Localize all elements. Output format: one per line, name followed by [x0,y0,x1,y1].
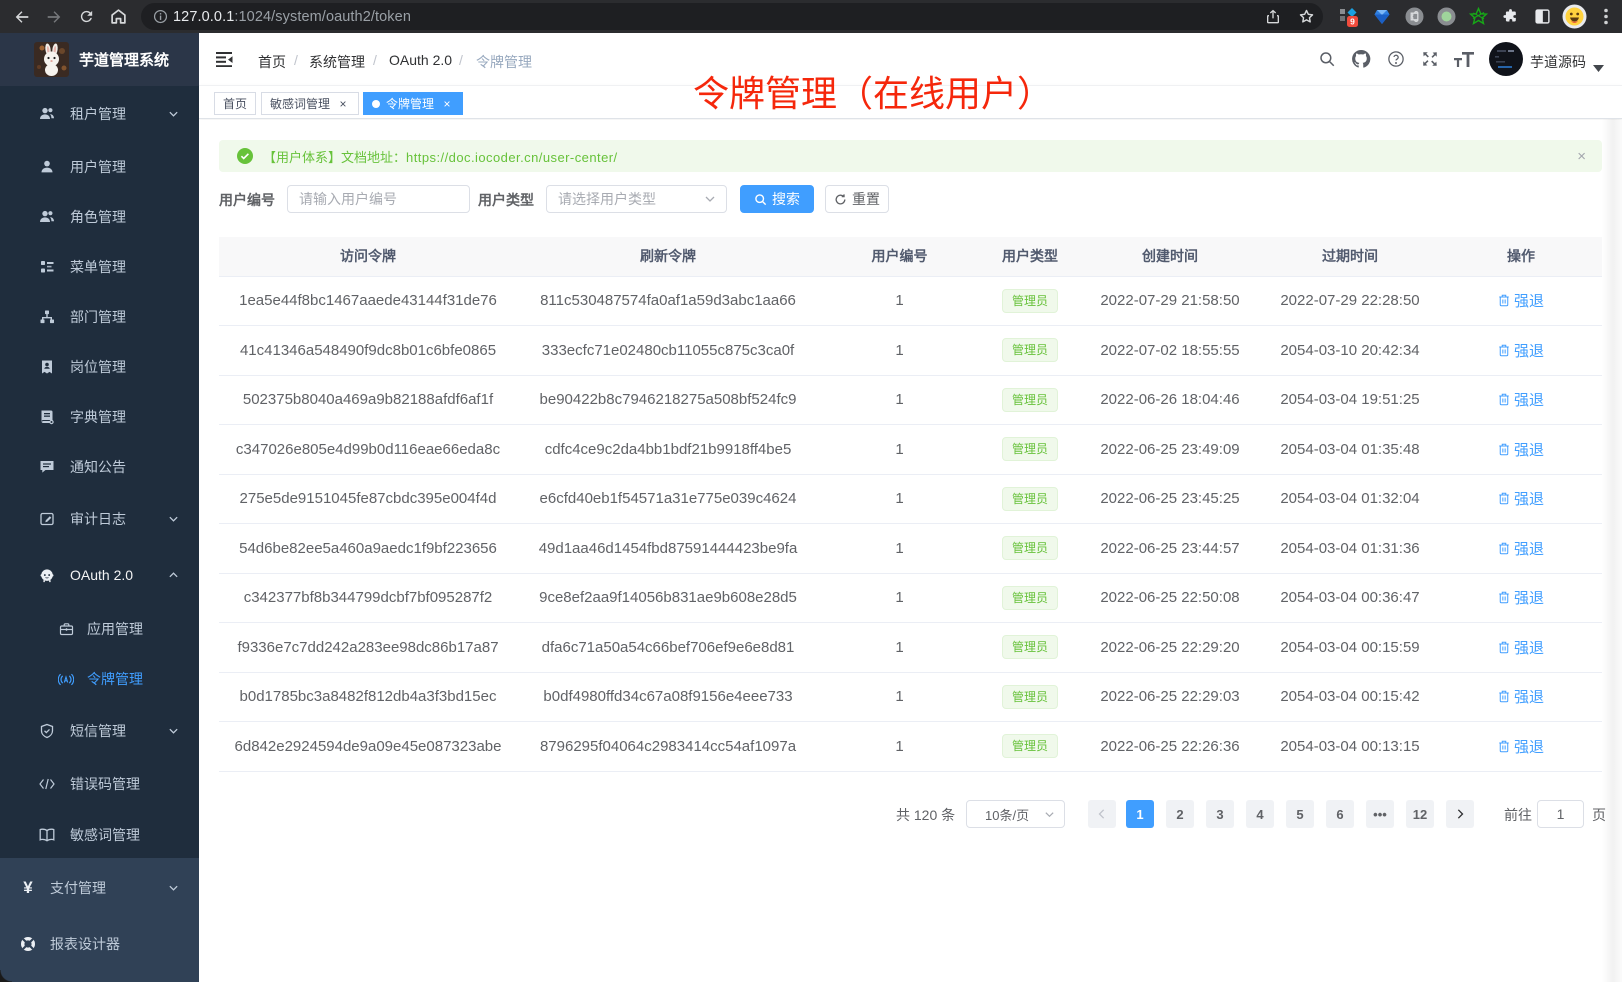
svg-text:9: 9 [1350,16,1355,26]
